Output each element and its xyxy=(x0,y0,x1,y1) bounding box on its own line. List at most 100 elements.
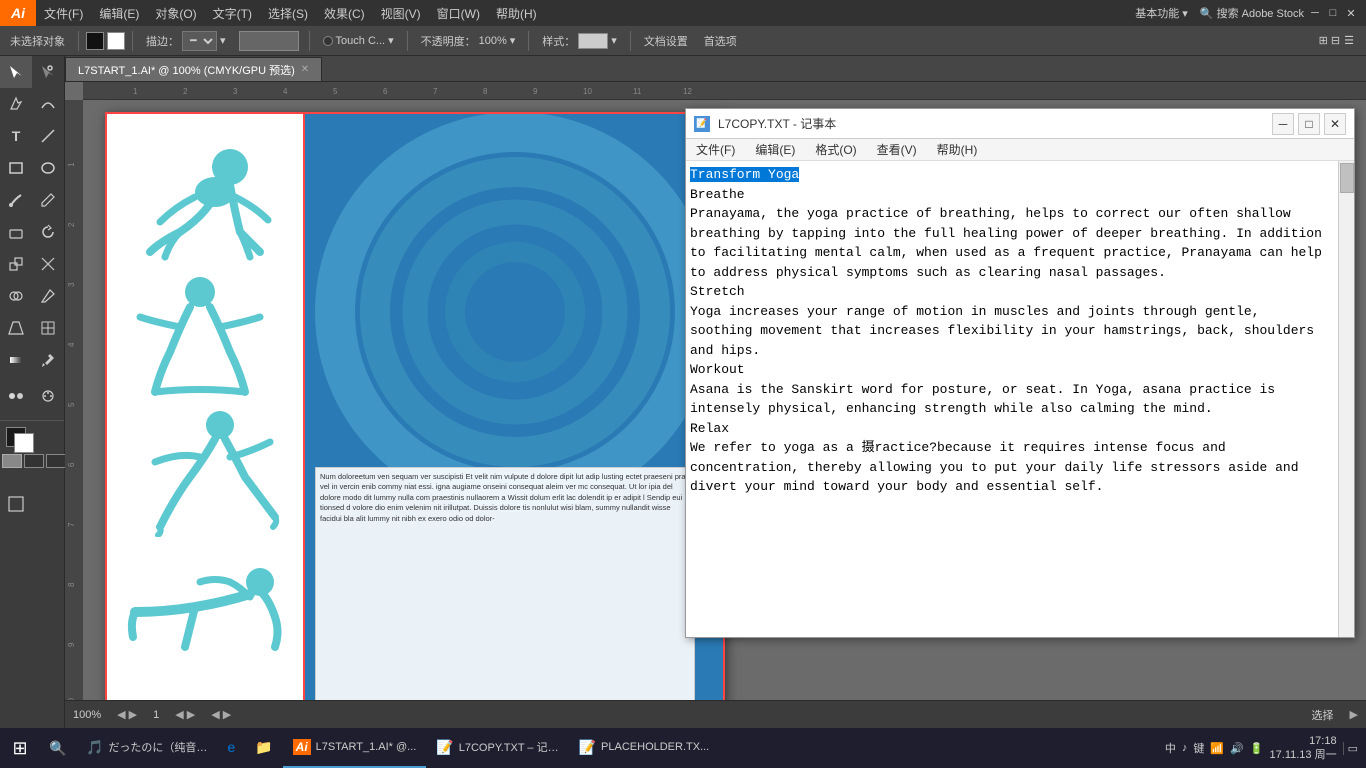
taskbar-right-area: 中 ♪ 键 📶 🔊 🔋 17:18 17.11.13 周一 ▭ xyxy=(1165,734,1366,763)
volume-icon[interactable]: 🔊 xyxy=(1230,742,1244,755)
sys-icon-key[interactable]: 键 xyxy=(1193,740,1204,756)
menu-text[interactable]: 文字(T) xyxy=(205,0,260,26)
sys-icon-moon[interactable]: ♪ xyxy=(1182,742,1188,754)
page-nav[interactable]: ◀ ▶ xyxy=(175,708,195,721)
taskbar-filemanager[interactable]: 📁 xyxy=(245,728,282,768)
ai-status-bar: 100% ◀ ▶ 1 ◀ ▶ ◀ ▶ 选择 ▶ xyxy=(65,700,1366,728)
menu-help[interactable]: 帮助(H) xyxy=(488,0,545,26)
symbol-tool[interactable] xyxy=(32,380,64,412)
page-indicator: 1 xyxy=(153,709,159,721)
shape-builder-tool[interactable] xyxy=(0,280,32,312)
stroke-select[interactable]: ━ xyxy=(182,31,217,51)
ellipse-tool[interactable] xyxy=(32,152,64,184)
start-button[interactable]: ⊞ xyxy=(0,728,40,768)
menu-object[interactable]: 对象(O) xyxy=(147,0,204,26)
artboard-nav[interactable]: ◀ ▶ xyxy=(211,708,231,721)
left-tool-panel: T xyxy=(0,56,65,768)
menu-right-controls: 基本功能 ▾ 🔍 搜索 Adobe Stock ─ □ ✕ xyxy=(1135,5,1366,21)
np-view-menu[interactable]: 查看(V) xyxy=(867,139,927,161)
menu-edit[interactable]: 编辑(E) xyxy=(91,0,147,26)
pen-tool[interactable] xyxy=(0,88,32,120)
preferences-btn[interactable]: 首选项 xyxy=(698,30,743,52)
tab-close-btn[interactable]: ✕ xyxy=(301,64,309,75)
menu-window[interactable]: 窗口(W) xyxy=(429,0,488,26)
stroke-color-box[interactable] xyxy=(107,32,125,50)
edge-icon: e xyxy=(227,739,235,755)
scroll-right[interactable]: ▶ xyxy=(1350,708,1358,721)
paintbrush-tool[interactable] xyxy=(0,184,32,216)
menu-view[interactable]: 视图(V) xyxy=(373,0,429,26)
style-dropdown[interactable]: ▾ xyxy=(611,34,617,47)
svg-text:3: 3 xyxy=(233,87,238,96)
curvature-tool[interactable] xyxy=(32,88,64,120)
text-tool[interactable]: T xyxy=(0,120,32,152)
notepad-icon: 📝 xyxy=(694,116,710,132)
taskbar-edge[interactable]: e xyxy=(217,728,245,768)
svg-text:8: 8 xyxy=(67,582,76,587)
minimize-btn[interactable]: ─ xyxy=(1308,6,1322,20)
np-help-menu[interactable]: 帮助(H) xyxy=(927,139,988,161)
menu-icon[interactable]: ☰ xyxy=(1344,34,1354,47)
np-format-menu[interactable]: 格式(O) xyxy=(805,139,866,161)
np-file-menu[interactable]: 文件(F) xyxy=(686,139,745,161)
zoom-level[interactable]: 100% xyxy=(73,709,101,721)
transform-tool[interactable] xyxy=(32,248,64,280)
toolbar-separator-1 xyxy=(78,31,79,51)
line-tool[interactable] xyxy=(32,120,64,152)
notepad-minimize-btn[interactable]: ─ xyxy=(1272,113,1294,135)
notepad-body: Transform Yoga Breathe Pranayama, the yo… xyxy=(686,161,1354,637)
style-swatch[interactable] xyxy=(578,33,608,49)
taskbar-notepad2[interactable]: 📝 PLACEHOLDER.TX... xyxy=(569,728,720,768)
taskbar-media-player[interactable]: 🎵 だったのに（纯音… xyxy=(76,728,217,768)
stroke-control[interactable]: 描边： ━ ▾ xyxy=(140,30,232,52)
notepad-maximize-btn[interactable]: □ xyxy=(1298,113,1320,135)
fill-color-box[interactable] xyxy=(86,32,104,50)
battery-icon[interactable]: 🔋 xyxy=(1250,742,1264,755)
notepad-content-area[interactable]: Transform Yoga Breathe Pranayama, the yo… xyxy=(686,161,1338,637)
notepad-close-btn[interactable]: ✕ xyxy=(1324,113,1346,135)
rectangle-tool[interactable] xyxy=(0,152,32,184)
perspective-tool[interactable] xyxy=(0,312,32,344)
eraser-tool[interactable] xyxy=(0,216,32,248)
maximize-btn[interactable]: □ xyxy=(1326,6,1340,20)
np-edit-menu[interactable]: 编辑(E) xyxy=(745,139,805,161)
arrange-icons[interactable]: ⊞ ⊟ xyxy=(1319,34,1341,47)
menu-effect[interactable]: 效果(C) xyxy=(316,0,373,26)
touch-control[interactable]: Touch C... ▾ xyxy=(317,30,400,52)
show-desktop-btn[interactable]: ▭ xyxy=(1343,742,1358,755)
taskbar-search-btn[interactable]: 🔍 xyxy=(40,728,76,768)
rotate-tool[interactable] xyxy=(32,216,64,248)
taskbar-notepad1[interactable]: 📝 L7COPY.TXT – 记… xyxy=(426,728,568,768)
fill-stroke-swatch[interactable] xyxy=(0,425,64,457)
svg-text:6: 6 xyxy=(67,462,76,467)
svg-text:2: 2 xyxy=(183,87,188,96)
scroll-thumb[interactable] xyxy=(1340,163,1354,193)
change-screen-mode-btn[interactable] xyxy=(0,488,32,520)
document-tab[interactable]: L7START_1.AI* @ 100% (CMYK/GPU 预选) ✕ xyxy=(65,57,322,81)
live-paint-tool[interactable] xyxy=(32,280,64,312)
zoom-controls[interactable]: ◀ ▶ xyxy=(117,708,137,721)
scale-tool[interactable] xyxy=(0,248,32,280)
stroke-swatch[interactable] xyxy=(14,433,34,453)
direct-selection-tool[interactable] xyxy=(32,56,64,88)
gradient-tool[interactable] xyxy=(0,344,32,376)
menu-select[interactable]: 选择(S) xyxy=(260,0,316,26)
system-time[interactable]: 17:18 17.11.13 周一 xyxy=(1270,734,1337,763)
pencil-tool[interactable] xyxy=(32,184,64,216)
close-btn[interactable]: ✕ xyxy=(1344,6,1358,20)
notepad-scrollbar[interactable] xyxy=(1338,161,1354,637)
opacity-label: 不透明度： xyxy=(421,33,476,49)
eyedropper-tool[interactable] xyxy=(32,344,64,376)
mesh-tool[interactable] xyxy=(32,312,64,344)
menu-file[interactable]: 文件(F) xyxy=(36,0,91,26)
workspace-label: 基本功能 ▾ xyxy=(1135,5,1188,21)
doc-settings-btn[interactable]: 文档设置 xyxy=(638,30,694,52)
sys-icon-zh[interactable]: 中 xyxy=(1165,740,1176,756)
blend-tool[interactable] xyxy=(0,380,32,412)
opacity-dropdown[interactable]: ▾ xyxy=(510,34,516,47)
selection-tool[interactable] xyxy=(0,56,32,88)
taskbar-illustrator[interactable]: Ai L7START_1.AI* @... xyxy=(283,728,427,768)
toolbar-right-controls: ⊞ ⊟ ☰ xyxy=(1319,34,1362,47)
color-swatch[interactable] xyxy=(239,31,299,51)
network-icon[interactable]: 📶 xyxy=(1210,742,1224,755)
